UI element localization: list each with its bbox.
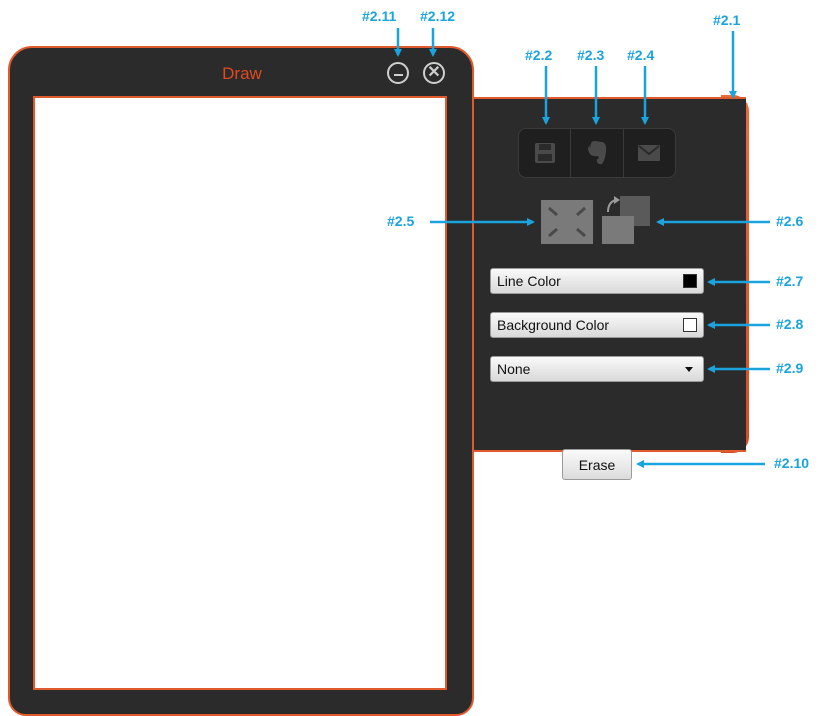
annotation-2-5: #2.5 — [387, 213, 415, 229]
annotation-2-3: #2.3 — [577, 47, 605, 63]
annotation-2-12: #2.12 — [420, 8, 456, 24]
annotation-2-8: #2.8 — [776, 316, 804, 332]
annotation-2-11: #2.11 — [362, 8, 397, 24]
annotation-2-6: #2.6 — [776, 213, 804, 229]
annotation-2-4: #2.4 — [627, 47, 655, 63]
annotation-2-10: #2.10 — [774, 455, 810, 471]
annotation-2-9: #2.9 — [776, 360, 804, 376]
annotation-2-7: #2.7 — [776, 273, 804, 289]
annotation-arrows — [394, 28, 770, 468]
annotation-2-1: #2.1 — [713, 12, 741, 28]
annotation-2-2: #2.2 — [525, 47, 553, 63]
